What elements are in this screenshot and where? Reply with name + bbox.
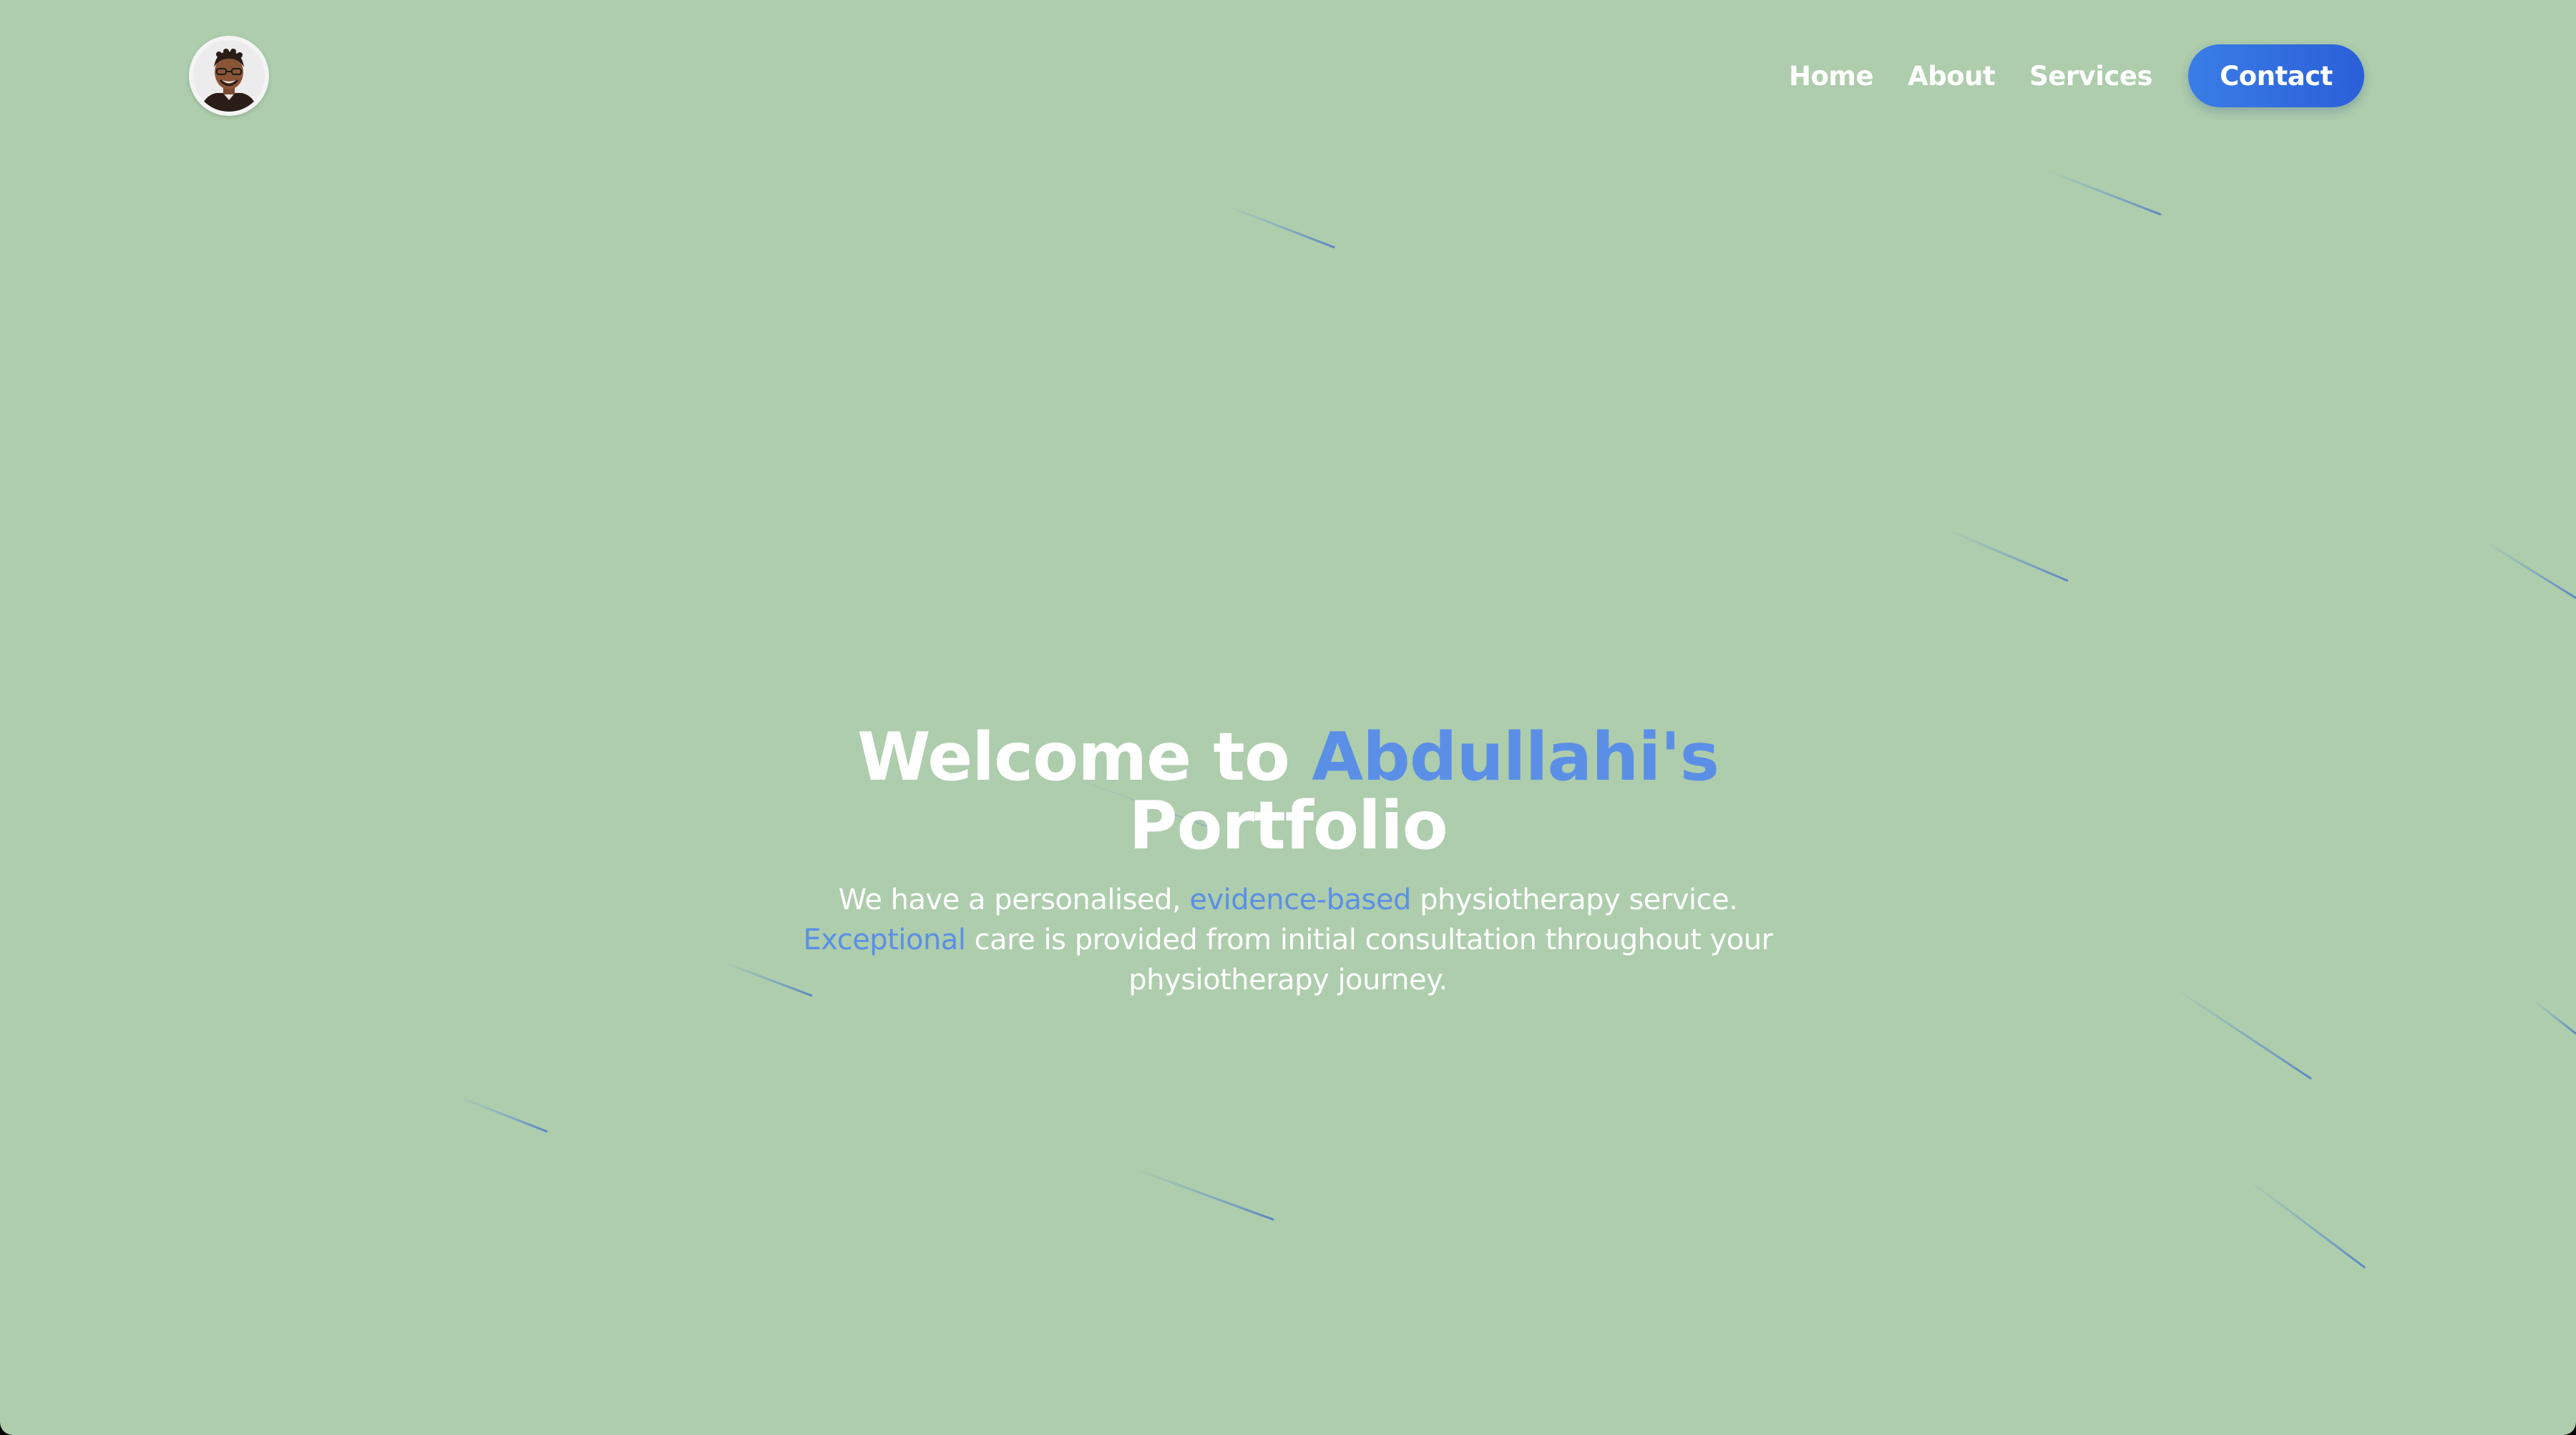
page-viewport: Home About Services Contact Welcome to A… [0, 0, 2576, 1435]
hero-text-part2: physiotherapy service. [1410, 883, 1738, 916]
streak [2175, 987, 2312, 1080]
hero-text-part1: We have a personalised, [838, 883, 1190, 916]
hero-description: We have a personalised, evidence-based p… [787, 880, 1789, 1000]
streak [457, 1095, 548, 1133]
streak [2246, 1177, 2366, 1269]
streak [1946, 528, 2069, 582]
nav-link-about[interactable]: About [1908, 61, 1996, 92]
streak [1130, 1166, 1274, 1221]
hero-text-accent-exceptional: Exceptional [803, 924, 966, 956]
avatar[interactable] [189, 36, 269, 116]
nav-link-home[interactable]: Home [1789, 61, 1874, 92]
hero-text-part3: care is provided from initial consultati… [965, 924, 1773, 996]
nav-link-services[interactable]: Services [2029, 61, 2152, 92]
hero-text-accent-evidence: evidence-based [1189, 883, 1411, 916]
nav-links: Home About Services Contact [1789, 44, 2364, 107]
hero-title-part2: Portfolio [1128, 787, 1448, 864]
streak [1226, 205, 1335, 249]
contact-button[interactable]: Contact [2188, 44, 2364, 107]
hero-title: Welcome to Abdullahi's Portfolio [0, 723, 2576, 860]
hero-section: Welcome to Abdullahi's Portfolio We have … [0, 723, 2576, 1000]
navbar: Home About Services Contact [187, 34, 2364, 119]
streak [2482, 539, 2576, 599]
streak [2532, 999, 2576, 1035]
hero-title-part1: Welcome to [857, 718, 1312, 795]
hero-title-accent: Abdullahi's [1312, 718, 1719, 795]
avatar-portrait-icon [193, 40, 265, 112]
background-streaks [457, 169, 2576, 1269]
streak [2046, 169, 2162, 216]
